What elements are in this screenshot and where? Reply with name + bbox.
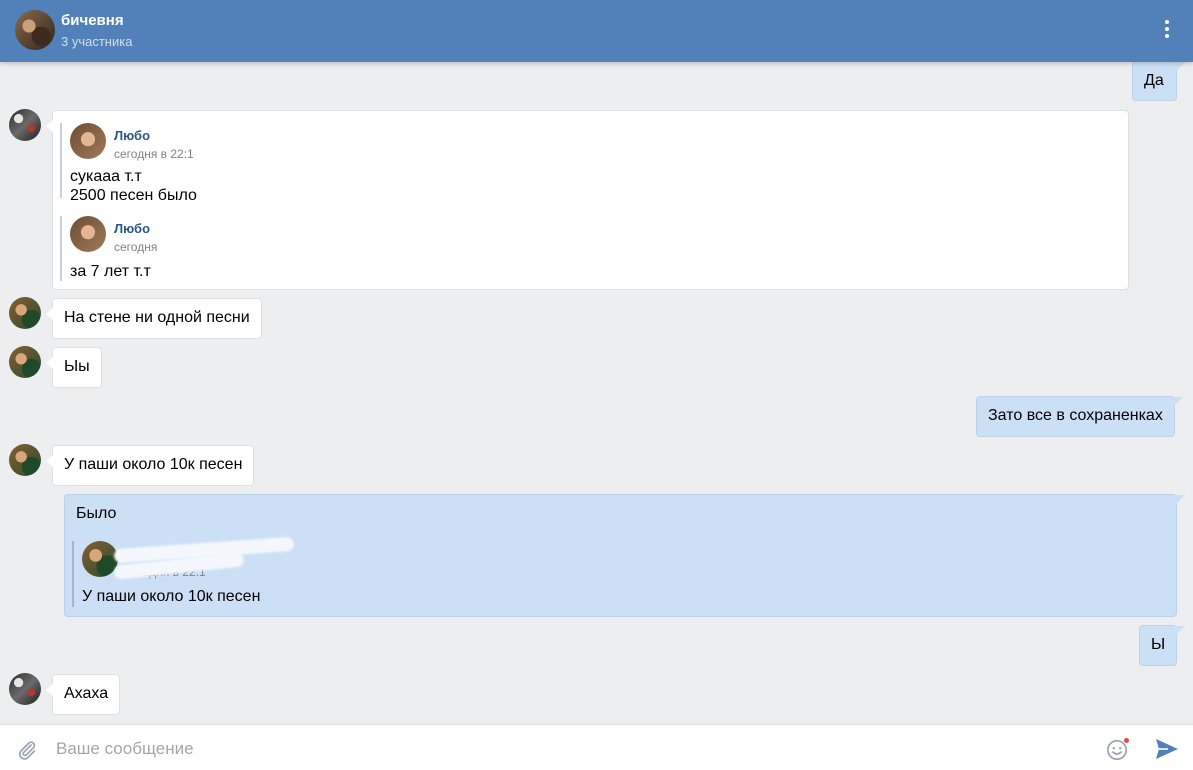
message-text: Да: [1144, 72, 1164, 89]
paperclip-icon[interactable]: [16, 739, 38, 761]
avatar[interactable]: [9, 346, 41, 378]
forwarded-message: сегодня в 22:1 У паши около 10к песен: [72, 536, 472, 607]
message-text: Зато все в сохраненках: [988, 407, 1163, 424]
message-text: Было: [76, 505, 117, 522]
send-icon[interactable]: [1154, 737, 1180, 761]
chat-avatar[interactable]: [15, 10, 55, 50]
message-composer: [0, 724, 1193, 770]
quoted-time: сегодня: [114, 240, 158, 254]
message-text: Ахаха: [64, 685, 109, 702]
message-outgoing[interactable]: Ы: [1139, 625, 1185, 666]
message-text: На стене ни одной песни: [64, 309, 250, 326]
avatar[interactable]: [9, 109, 41, 141]
quoted-author-name[interactable]: Любо: [114, 126, 150, 145]
message-incoming[interactable]: Ахаха: [45, 674, 121, 715]
quoted-author-name[interactable]: Любо: [114, 219, 150, 238]
avatar[interactable]: [9, 444, 41, 476]
message-outgoing[interactable]: Зато все в сохраненках: [976, 396, 1183, 437]
forwarded-message: Любо сегодня за 7 лет т.т: [60, 216, 360, 281]
chat-members-count[interactable]: 3 участника: [61, 34, 132, 49]
message-outgoing[interactable]: Да: [1132, 61, 1185, 101]
message-text: Ыы: [64, 358, 90, 375]
quoted-avatar[interactable]: [70, 216, 106, 252]
message-text: Ы: [1151, 636, 1166, 653]
smile-icon[interactable]: [1106, 737, 1130, 761]
message-incoming[interactable]: Ыы: [46, 347, 102, 388]
message-forwarded[interactable]: Любо сегодня в 22:1 сукааа т.т 2500 песе…: [46, 110, 1129, 290]
quoted-line: 2500 песен было: [70, 187, 197, 204]
quoted-line: сукааа т.т: [70, 168, 142, 185]
message-text: У паши около 10к песен: [64, 456, 243, 473]
quoted-avatar[interactable]: [70, 123, 106, 159]
more-vertical-icon[interactable]: [1163, 20, 1171, 42]
message-incoming[interactable]: У паши около 10к песен: [45, 445, 255, 486]
chat-header: бичевня 3 участника: [0, 0, 1193, 62]
quoted-line: за 7 лет т.т: [70, 263, 151, 280]
avatar[interactable]: [9, 673, 41, 705]
message-incoming[interactable]: На стене ни одной песни: [46, 298, 262, 339]
quoted-avatar[interactable]: [82, 541, 118, 577]
chat-title[interactable]: бичевня: [61, 12, 124, 29]
message-input[interactable]: [56, 733, 1086, 765]
notification-dot: [1123, 737, 1130, 744]
forwarded-message: Любо сегодня в 22:1 сукааа т.т 2500 песе…: [60, 123, 360, 204]
avatar[interactable]: [9, 297, 41, 329]
message-outgoing-reply[interactable]: Было сегодня в 22:1 У паши около 10к пес…: [64, 494, 1185, 617]
quoted-time: сегодня в 22:1: [114, 147, 194, 161]
